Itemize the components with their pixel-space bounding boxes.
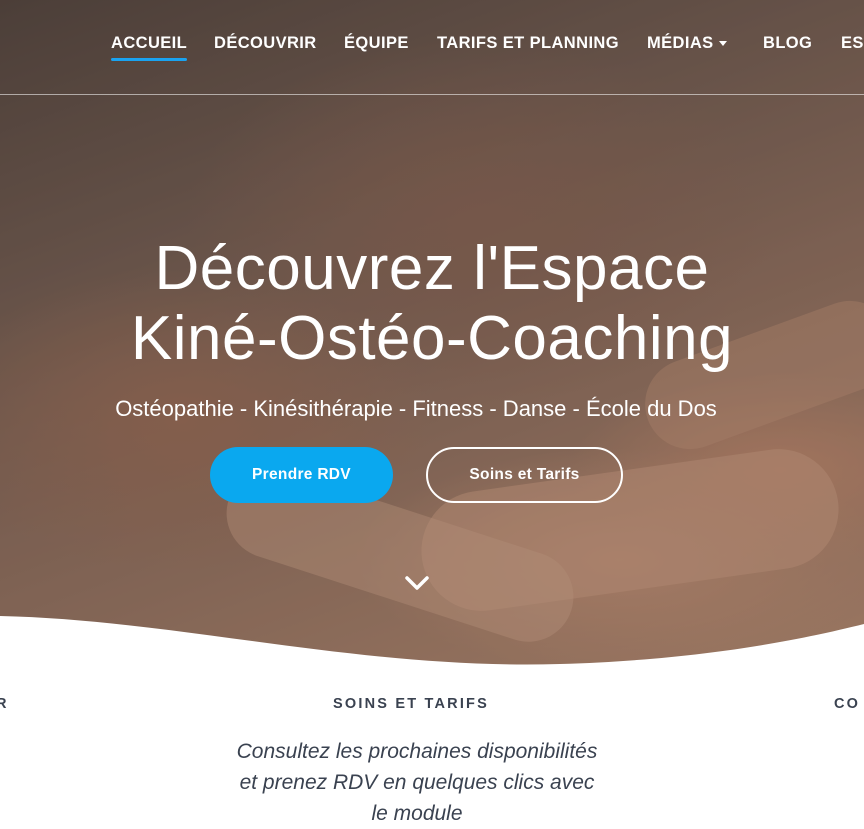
chevron-down-icon[interactable] xyxy=(403,572,431,596)
feature-heading-right: CO xyxy=(834,696,861,712)
nav-item-accueil[interactable]: ACCUEIL xyxy=(111,34,188,61)
feature-heading-left: R xyxy=(0,696,9,712)
hero-wave-divider xyxy=(0,616,864,690)
hero-title-line-2: Kiné-Ostéo-Coaching xyxy=(130,304,734,373)
nav-item-esi[interactable]: ESI xyxy=(841,34,864,53)
nav-item-equipe[interactable]: ÉQUIPE xyxy=(344,34,409,53)
nav-item-decouvrir[interactable]: DÉCOUVRIR xyxy=(214,34,317,53)
main-navigation: ACCUEIL DÉCOUVRIR ÉQUIPE TARIFS ET PLANN… xyxy=(0,0,864,95)
soins-et-tarifs-button[interactable]: Soins et Tarifs xyxy=(426,447,623,503)
nav-item-tarifs-et-planning[interactable]: TARIFS ET PLANNING xyxy=(437,34,619,53)
hero-title-line-1: Découvrez l'Espace xyxy=(154,234,710,303)
feature-heading-soins-et-tarifs: SOINS ET TARIFS xyxy=(333,696,489,712)
nav-item-medias[interactable]: MÉDIAS xyxy=(647,34,727,53)
nav-item-medias-label: MÉDIAS xyxy=(647,34,714,52)
caret-down-icon xyxy=(718,41,727,47)
prendre-rdv-button[interactable]: Prendre RDV xyxy=(210,447,393,503)
hero-section: ACCUEIL DÉCOUVRIR ÉQUIPE TARIFS ET PLANN… xyxy=(0,0,864,680)
feature-description-soins-et-tarifs: Consultez les prochaines disponibilités … xyxy=(236,740,598,825)
nav-item-blog[interactable]: BLOG xyxy=(763,34,812,53)
hero-subtitle: Ostéopathie - Kinésithérapie - Fitness -… xyxy=(115,396,717,421)
